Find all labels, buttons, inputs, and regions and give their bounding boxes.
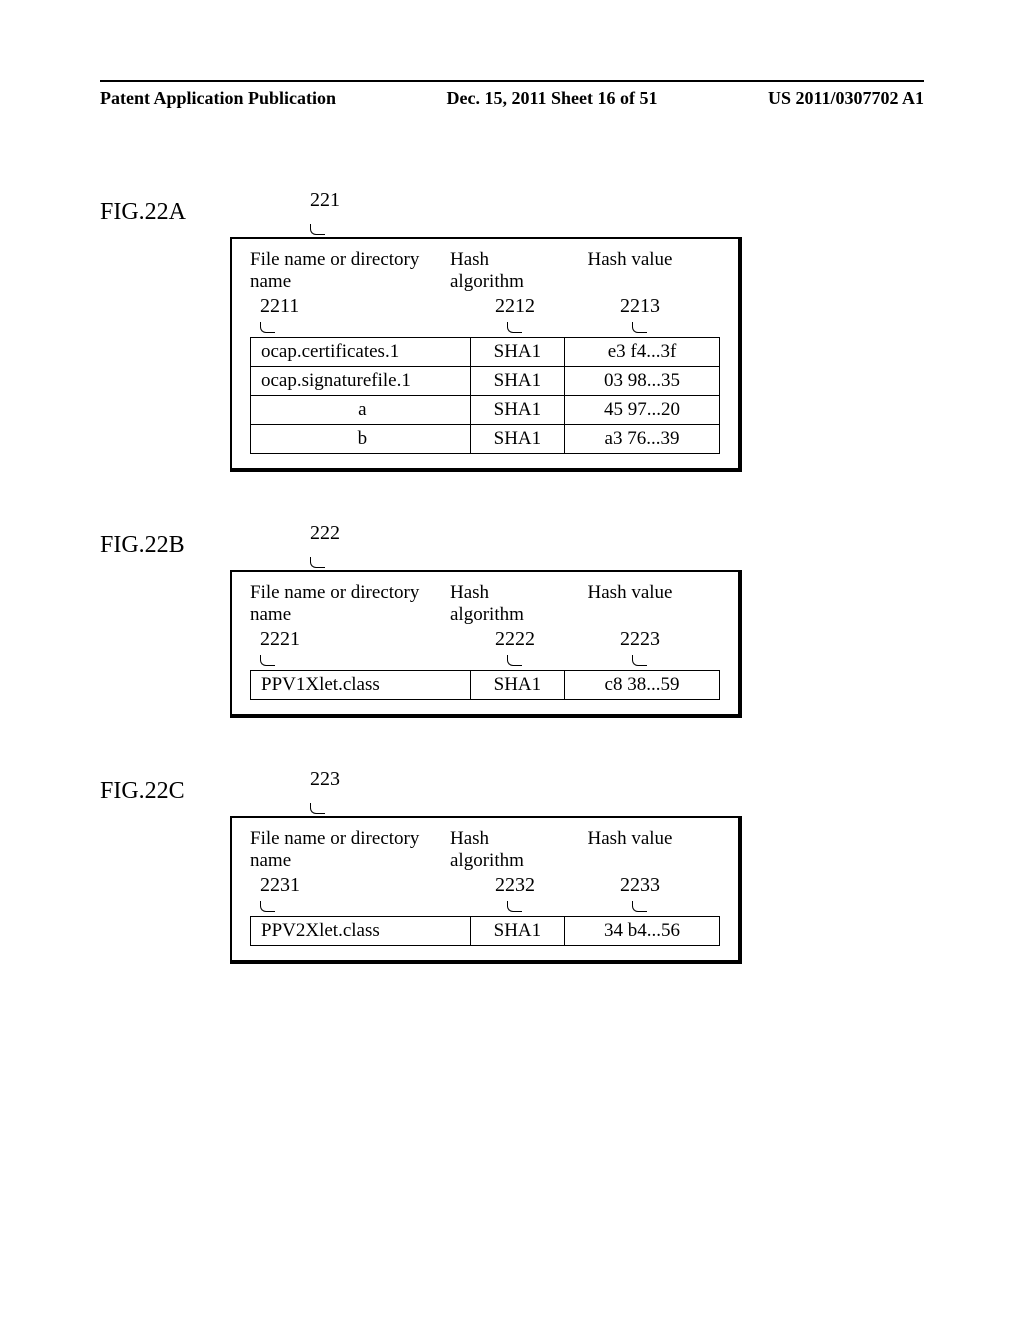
sub-ref-2212: 2212 — [495, 295, 535, 318]
column-headers: File name or directory name Hash algorit… — [250, 249, 720, 293]
cell-algo: SHA1 — [470, 338, 564, 367]
col-header-algo: Hash algorithm — [450, 828, 560, 872]
table-row: PPV1Xlet.class SHA1 c8 38...59 — [251, 671, 720, 700]
page-header: Patent Application Publication Dec. 15, … — [100, 88, 924, 109]
col-header-name: File name or directory name — [250, 249, 450, 293]
header-rule — [100, 80, 924, 82]
sub-ref-2233: 2233 — [620, 874, 660, 897]
cell-name: PPV1Xlet.class — [251, 671, 471, 700]
sub-ref-leaders — [250, 901, 720, 912]
table-row: ocap.signaturefile.1 SHA1 03 98...35 — [251, 367, 720, 396]
sub-ref-leaders — [250, 322, 720, 333]
header-center: Dec. 15, 2011 Sheet 16 of 51 — [447, 88, 658, 109]
header-left: Patent Application Publication — [100, 88, 336, 109]
figure-label-22a: FIG.22A — [100, 199, 210, 226]
figure-22c: FIG.22C 223 File name or directory name … — [100, 768, 924, 964]
col-header-name: File name or directory name — [250, 582, 450, 626]
column-headers: File name or directory name Hash algorit… — [250, 828, 720, 872]
page: Patent Application Publication Dec. 15, … — [0, 0, 1024, 1054]
cell-algo: SHA1 — [470, 917, 564, 946]
cell-name: ocap.certificates.1 — [251, 338, 471, 367]
col-header-algo: Hash algorithm — [450, 582, 560, 626]
table-row: PPV2Xlet.class SHA1 34 b4...56 — [251, 917, 720, 946]
sub-ref-2213: 2213 — [620, 295, 660, 318]
cell-value: 45 97...20 — [565, 396, 720, 425]
col-header-value: Hash value — [560, 828, 700, 872]
figure-label-22c: FIG.22C — [100, 778, 210, 805]
cell-name: b — [251, 425, 471, 454]
sub-refs: 2221 2222 2223 — [250, 628, 720, 651]
cell-name: a — [251, 396, 471, 425]
table-row: b SHA1 a3 76...39 — [251, 425, 720, 454]
box-ref-223: 223 — [310, 768, 742, 814]
col-header-value: Hash value — [560, 582, 700, 626]
sub-ref-2222: 2222 — [495, 628, 535, 651]
cell-value: a3 76...39 — [565, 425, 720, 454]
col-header-name: File name or directory name — [250, 828, 450, 872]
figure-22b: FIG.22B 222 File name or directory name … — [100, 522, 924, 718]
data-table-222: PPV1Xlet.class SHA1 c8 38...59 — [250, 670, 720, 700]
sub-ref-2223: 2223 — [620, 628, 660, 651]
column-headers: File name or directory name Hash algorit… — [250, 582, 720, 626]
figure-22a: FIG.22A 221 File name or directory name … — [100, 189, 924, 472]
box-ref-221: 221 — [310, 189, 742, 235]
data-table-221: ocap.certificates.1 SHA1 e3 f4...3f ocap… — [250, 337, 720, 454]
cell-value: 03 98...35 — [565, 367, 720, 396]
hash-table-223: File name or directory name Hash algorit… — [230, 816, 742, 964]
sub-refs: 2211 2212 2213 — [250, 295, 720, 318]
sub-ref-2231: 2231 — [260, 874, 300, 897]
hash-table-221: File name or directory name Hash algorit… — [230, 237, 742, 472]
header-right: US 2011/0307702 A1 — [768, 88, 924, 109]
sub-ref-2232: 2232 — [495, 874, 535, 897]
figure-label-22b: FIG.22B — [100, 532, 210, 559]
cell-value: e3 f4...3f — [565, 338, 720, 367]
col-header-value: Hash value — [560, 249, 700, 293]
col-header-algo: Hash algorithm — [450, 249, 560, 293]
cell-value: c8 38...59 — [565, 671, 720, 700]
hash-table-222: File name or directory name Hash algorit… — [230, 570, 742, 718]
sub-ref-2221: 2221 — [260, 628, 300, 651]
sub-ref-2211: 2211 — [260, 295, 299, 318]
table-row: ocap.certificates.1 SHA1 e3 f4...3f — [251, 338, 720, 367]
cell-value: 34 b4...56 — [565, 917, 720, 946]
cell-algo: SHA1 — [470, 425, 564, 454]
cell-name: ocap.signaturefile.1 — [251, 367, 471, 396]
cell-algo: SHA1 — [470, 367, 564, 396]
cell-algo: SHA1 — [470, 396, 564, 425]
sub-refs: 2231 2232 2233 — [250, 874, 720, 897]
data-table-223: PPV2Xlet.class SHA1 34 b4...56 — [250, 916, 720, 946]
sub-ref-leaders — [250, 655, 720, 666]
box-ref-222: 222 — [310, 522, 742, 568]
table-row: a SHA1 45 97...20 — [251, 396, 720, 425]
cell-name: PPV2Xlet.class — [251, 917, 471, 946]
cell-algo: SHA1 — [470, 671, 564, 700]
